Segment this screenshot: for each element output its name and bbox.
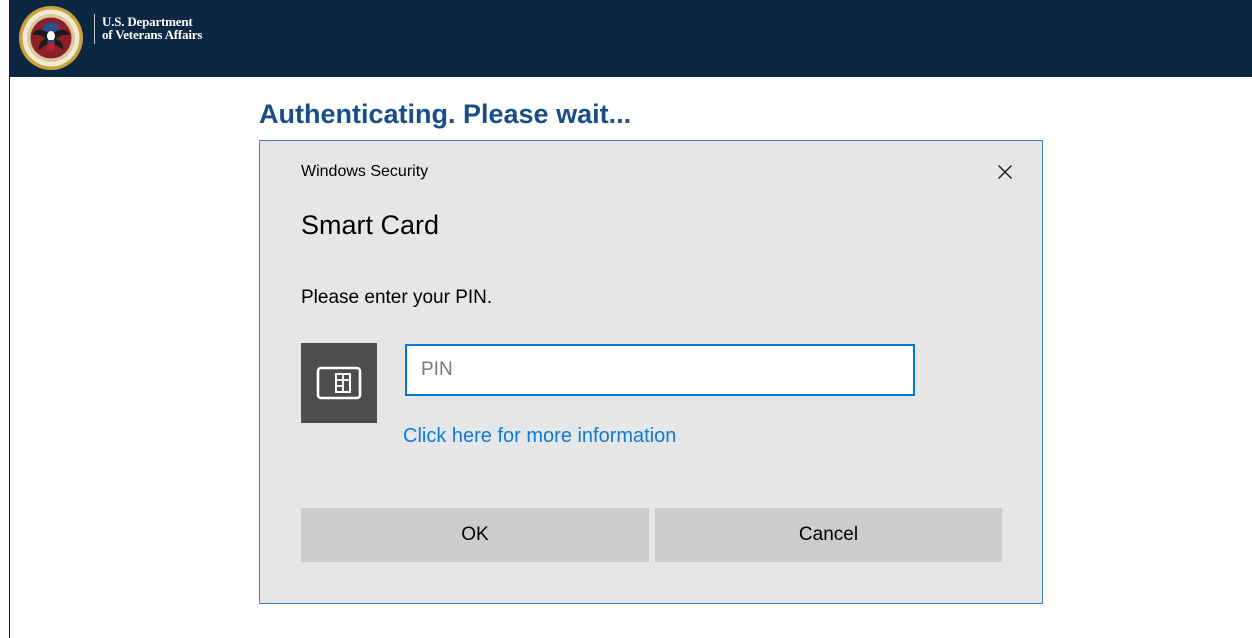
org-name[interactable]: U.S. Department of Veterans Affairs <box>102 15 202 41</box>
ok-button[interactable]: OK <box>301 508 649 562</box>
page-heading: Authenticating. Please wait... <box>259 99 632 129</box>
header-divider <box>94 14 95 44</box>
site-header: U.S. Department of Veterans Affairs <box>10 0 1252 77</box>
va-seal-icon[interactable] <box>18 5 84 71</box>
page-left-border <box>9 0 10 638</box>
close-icon <box>998 165 1012 179</box>
more-info-link[interactable]: Click here for more information <box>403 424 676 448</box>
org-name-line2: of Veterans Affairs <box>102 27 203 42</box>
dialog-message: Please enter your PIN. <box>301 287 493 308</box>
smart-card-tile <box>301 343 377 423</box>
windows-security-dialog: Windows Security Smart Card Please enter… <box>259 140 1043 604</box>
pin-input[interactable] <box>405 344 915 396</box>
cancel-button[interactable]: Cancel <box>655 508 1002 562</box>
dialog-window-title: Windows Security <box>301 163 429 180</box>
dialog-heading: Smart Card <box>301 210 440 240</box>
dialog-close-button[interactable] <box>984 155 1026 189</box>
smart-card-icon <box>316 366 362 400</box>
